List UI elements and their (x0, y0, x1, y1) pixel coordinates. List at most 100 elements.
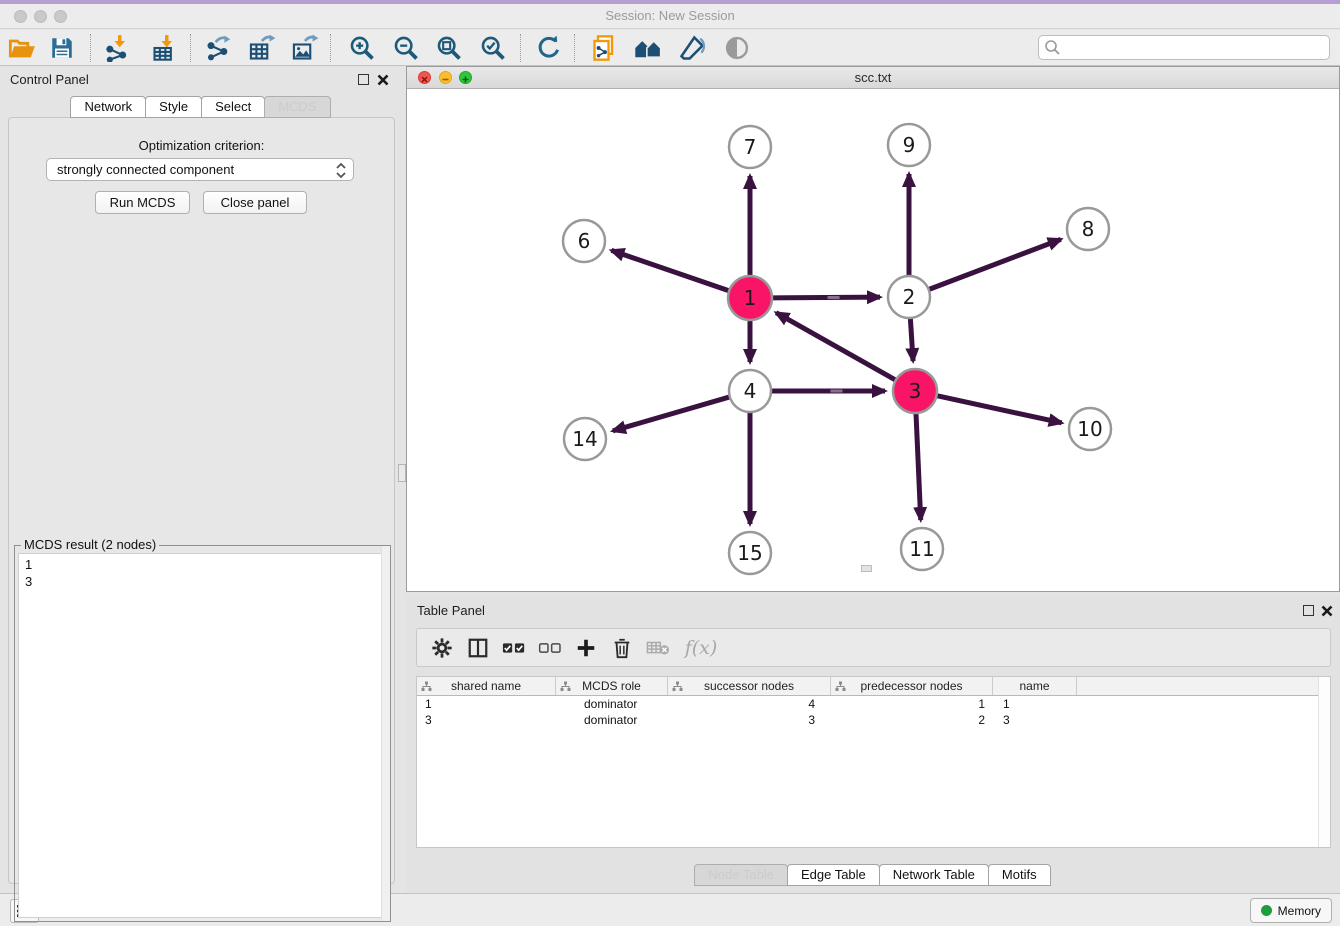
tab-mcds[interactable]: MCDS (264, 96, 330, 118)
cell-successor-nodes[interactable]: 3 (668, 713, 831, 727)
function-builder-button[interactable]: f(x) (679, 633, 723, 663)
column-header-shared-name[interactable]: shared name (417, 677, 556, 695)
cell-successor-nodes[interactable]: 4 (668, 697, 831, 711)
export-table-button[interactable] (246, 32, 278, 64)
import-table-button[interactable] (149, 32, 181, 64)
network-canvas[interactable]: 7 9 6 8 1 2 4 3 14 10 15 11 (407, 89, 1339, 591)
graph-node-8[interactable]: 8 (1067, 208, 1109, 250)
unselect-all-columns-button[interactable] (535, 633, 565, 663)
export-network-button[interactable] (202, 32, 234, 64)
memory-status-icon (1261, 905, 1272, 916)
graph-node-14[interactable]: 14 (564, 418, 606, 460)
vertical-splitter-handle[interactable] (398, 464, 406, 482)
show-all-networks-button[interactable] (632, 32, 664, 64)
table-panel-tabs: Node Table Edge Table Network Table Moti… (406, 864, 1340, 886)
graph-edge-3-10[interactable] (935, 395, 1062, 423)
graph-edge-1-2[interactable] (770, 297, 880, 298)
graph-edge-2-3[interactable] (910, 316, 913, 361)
graph-node-2[interactable]: 2 (888, 276, 930, 318)
horizontal-splitter-handle[interactable] (861, 565, 872, 572)
tab-motifs[interactable]: Motifs (988, 864, 1051, 886)
graph-node-1[interactable]: 1 (728, 276, 772, 320)
export-image-button[interactable] (289, 32, 321, 64)
cell-shared-name[interactable]: 1 (417, 697, 556, 711)
graph-node-7[interactable]: 7 (729, 126, 771, 168)
columns-icon (467, 637, 489, 659)
network-window-titlebar[interactable]: scc.txt (407, 67, 1339, 89)
tab-style[interactable]: Style (145, 96, 202, 118)
network-view-window: scc.txt 7 9 6 8 1 2 4 3 14 10 15 11 (406, 66, 1340, 592)
open-session-button[interactable] (6, 32, 38, 64)
close-panel-button[interactable]: Close panel (203, 191, 307, 214)
delete-table-icon (646, 639, 670, 657)
graph-node-9[interactable]: 9 (888, 124, 930, 166)
graph-edge-3-1[interactable] (776, 313, 897, 381)
save-session-button[interactable] (46, 32, 78, 64)
graph-edge-3-11[interactable] (916, 411, 921, 520)
delete-table-button[interactable] (643, 633, 673, 663)
graph-node-4[interactable]: 4 (729, 370, 771, 412)
graph-node-10[interactable]: 10 (1069, 408, 1111, 450)
float-panel-icon[interactable] (358, 74, 369, 85)
cell-predecessor-nodes[interactable]: 2 (831, 713, 993, 727)
column-header-predecessor-nodes[interactable]: predecessor nodes (831, 677, 993, 695)
graph-node-11[interactable]: 11 (901, 528, 943, 570)
table-scrollbar[interactable] (1318, 677, 1330, 847)
table-panel: Table Panel (406, 595, 1340, 893)
table-row[interactable]: 3 dominator 3 2 3 (417, 712, 1330, 728)
table-row[interactable]: 1 dominator 4 1 1 (417, 696, 1330, 712)
refresh-layout-button[interactable] (533, 32, 565, 64)
zoom-selected-button[interactable] (477, 32, 509, 64)
search-input[interactable] (1038, 35, 1330, 60)
zoom-in-button[interactable] (346, 32, 378, 64)
graph-node-6[interactable]: 6 (563, 220, 605, 262)
cell-shared-name[interactable]: 3 (417, 713, 556, 727)
cell-name[interactable]: 3 (993, 713, 1077, 727)
close-panel-icon[interactable] (377, 74, 389, 86)
svg-text:1: 1 (744, 286, 757, 310)
graph-edge-4-14[interactable] (613, 396, 732, 431)
delete-column-button[interactable] (607, 633, 637, 663)
close-table-panel-icon[interactable] (1321, 605, 1333, 617)
graph-node-15[interactable]: 15 (729, 532, 771, 574)
tab-network-table[interactable]: Network Table (879, 864, 989, 886)
eye-icon (723, 34, 751, 62)
export-image-icon (291, 34, 319, 62)
criterion-select[interactable]: strongly connected component (46, 158, 354, 181)
import-table-icon (151, 34, 179, 62)
create-column-button[interactable] (571, 633, 601, 663)
toolbar-separator (520, 34, 521, 62)
memory-button[interactable]: Memory (1250, 898, 1332, 923)
tab-select[interactable]: Select (201, 96, 265, 118)
mcds-result-list[interactable]: 1 3 (18, 553, 387, 918)
tab-network[interactable]: Network (70, 96, 146, 118)
table-toolbar: f(x) (416, 628, 1331, 667)
cell-predecessor-nodes[interactable]: 1 (831, 697, 993, 711)
table-panel-header: Table Panel (406, 595, 1340, 623)
import-network-button[interactable] (102, 32, 134, 64)
show-hide-panel-button[interactable] (721, 32, 753, 64)
zoom-fit-button[interactable] (433, 32, 465, 64)
select-all-columns-button[interactable] (499, 633, 529, 663)
tab-edge-table[interactable]: Edge Table (787, 864, 880, 886)
duplicate-network-button[interactable] (589, 32, 621, 64)
tab-node-table[interactable]: Node Table (694, 864, 788, 886)
run-mcds-button[interactable]: Run MCDS (95, 191, 190, 214)
show-column-button[interactable] (463, 633, 493, 663)
cell-mcds-role[interactable]: dominator (556, 697, 668, 711)
column-header-mcds-role[interactable]: MCDS role (556, 677, 668, 695)
result-scrollbar[interactable] (381, 546, 390, 921)
zoom-out-button[interactable] (390, 32, 422, 64)
graph-edge-2-8[interactable] (927, 239, 1061, 290)
table-settings-button[interactable] (427, 633, 457, 663)
column-header-name[interactable]: name (993, 677, 1077, 695)
float-table-panel-icon[interactable] (1303, 605, 1314, 616)
gear-icon (431, 637, 453, 659)
apply-style-button[interactable] (676, 32, 708, 64)
cell-name[interactable]: 1 (993, 697, 1077, 711)
column-header-successor-nodes[interactable]: successor nodes (668, 677, 831, 695)
edge-label-mark (831, 390, 843, 393)
graph-node-3[interactable]: 3 (893, 369, 937, 413)
graph-edge-1-6[interactable] (611, 250, 731, 291)
cell-mcds-role[interactable]: dominator (556, 713, 668, 727)
